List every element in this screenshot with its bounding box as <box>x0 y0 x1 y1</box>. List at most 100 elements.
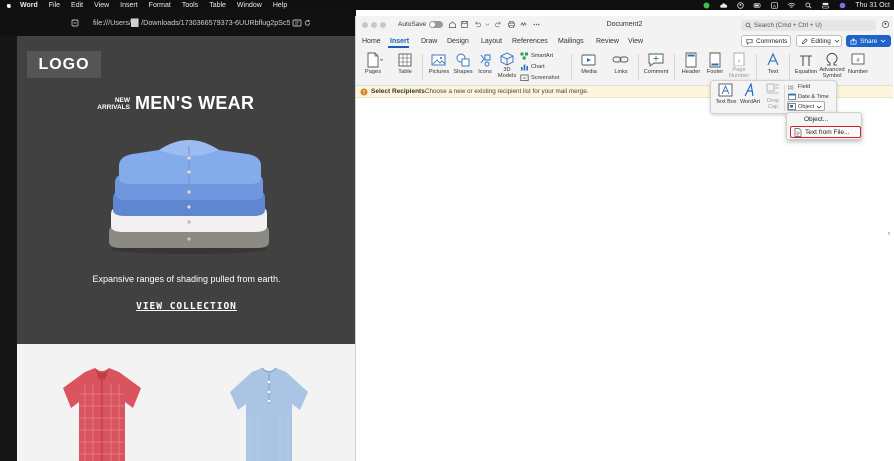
hero-banner: LOGO NEW ARRIVALS MEN'S WEAR Expansive r… <box>17 36 356 344</box>
table-button[interactable]: Table <box>390 52 420 84</box>
tab-view[interactable]: View <box>628 38 643 45</box>
tab-references[interactable]: References <box>512 38 548 45</box>
date-time-button[interactable]: Date & Time <box>788 93 829 100</box>
comment-icon <box>746 38 753 45</box>
field-button[interactable]: [#] Field <box>788 84 810 90</box>
wifi-icon[interactable] <box>787 2 796 9</box>
smartart-icon <box>520 52 528 60</box>
links-button[interactable]: Links <box>606 52 636 84</box>
menu-app-word[interactable]: Word <box>20 2 38 9</box>
chevron-down-icon <box>881 39 886 43</box>
object-label: Object <box>798 103 815 110</box>
tab-home[interactable]: Home <box>362 38 381 45</box>
search-box[interactable]: Search (Cmd + Ctrl + U) <box>741 20 876 31</box>
menu-edit[interactable]: Edit <box>71 2 83 9</box>
browser-left-strip <box>0 36 17 461</box>
ribbon-separator <box>789 54 790 80</box>
comments-button[interactable]: Comments <box>741 35 791 47</box>
svg-text:#: # <box>738 59 741 65</box>
browser-window: file:///Users/█▌/Downloads/1730366579373… <box>0 10 356 461</box>
red-checked-shirt-image[interactable] <box>55 364 149 461</box>
share-button[interactable]: Share <box>846 35 891 47</box>
account-icon[interactable] <box>881 20 890 29</box>
menu-file[interactable]: File <box>49 2 60 9</box>
chevron-down-icon <box>834 39 840 43</box>
table-icon <box>398 53 412 67</box>
screenshot-button[interactable]: Screenshot <box>520 74 559 82</box>
reload-icon[interactable] <box>303 18 312 28</box>
new-arrivals-text: NEW ARRIVALS <box>97 97 130 111</box>
hero-headline: MEN'S WEAR <box>135 93 255 113</box>
spotlight-search-icon[interactable] <box>804 2 813 9</box>
pictures-icon <box>431 54 446 66</box>
search-placeholder: Search (Cmd + Ctrl + U) <box>754 22 822 29</box>
menu-item-object[interactable]: Object... <box>793 116 828 123</box>
3d-models-button[interactable]: 3D Models <box>492 52 522 84</box>
editing-mode-button[interactable]: Editing <box>796 35 842 47</box>
message-text: Choose a new or existing recipient list … <box>425 88 589 95</box>
tab-draw[interactable]: Draw <box>421 38 437 45</box>
object-submenu: Object... Text from File... <box>786 112 862 140</box>
calendar-icon <box>788 93 796 100</box>
menu-help[interactable]: Help <box>273 2 287 9</box>
tab-layout[interactable]: Layout <box>481 38 502 45</box>
smartart-button[interactable]: SmartArt <box>520 52 553 60</box>
document-canvas[interactable] <box>356 98 893 461</box>
ribbon-separator <box>571 54 572 80</box>
tab-mailings[interactable]: Mailings <box>558 38 584 45</box>
chart-label: Chart <box>531 64 545 70</box>
user-circle-icon[interactable] <box>736 1 745 9</box>
control-center-icon[interactable] <box>821 2 830 9</box>
media-label: Media <box>581 69 597 75</box>
scrollbar-caret-icon[interactable]: ‹ <box>888 231 892 237</box>
siri-icon[interactable] <box>838 2 847 9</box>
chart-icon <box>521 64 528 71</box>
object-item[interactable]: Object <box>788 103 822 110</box>
page-number-icon: # <box>733 52 745 66</box>
svg-text:[#]: [#] <box>788 86 794 91</box>
chart-button[interactable]: Chart <box>520 63 545 71</box>
field-icon: [#] <box>788 86 794 91</box>
status-app-icon[interactable] <box>702 2 711 9</box>
tab-review[interactable]: Review <box>596 38 619 45</box>
battery-icon[interactable] <box>753 2 762 9</box>
drop-cap-button[interactable]: Drop Cap <box>762 83 784 110</box>
menu-window[interactable]: Window <box>237 2 262 9</box>
menubar-clock[interactable]: Thu 31 Oct <box>855 2 890 9</box>
text-icon <box>767 52 779 66</box>
ribbon-separator <box>638 54 639 80</box>
view-collection-link[interactable]: VIEW COLLECTION <box>17 301 356 312</box>
pages-button[interactable]: Pages <box>358 52 388 84</box>
media-button[interactable]: Media <box>574 52 604 84</box>
wordart-button[interactable]: WordArt <box>738 82 762 105</box>
site-info-icon[interactable] <box>70 18 80 28</box>
site-logo[interactable]: LOGO <box>27 51 101 78</box>
comments-label: Comments <box>756 37 788 45</box>
media-icon <box>581 54 596 66</box>
apple-icon[interactable] <box>4 2 14 9</box>
menu-view[interactable]: View <box>94 2 109 9</box>
number-label: Number <box>847 69 869 75</box>
comment-button[interactable]: Comment <box>641 52 671 84</box>
text-box-icon <box>718 83 733 97</box>
menu-table[interactable]: Table <box>209 2 226 9</box>
address-url-text[interactable]: file:///Users/█▌/Downloads/1730366579373… <box>93 18 290 27</box>
cloud-icon[interactable] <box>719 2 728 9</box>
pages-icon <box>367 52 383 68</box>
keyboard-input-icon[interactable]: A <box>770 1 779 9</box>
new-arrivals-label: NEW ARRIVALS <box>94 97 130 111</box>
omega-icon <box>826 52 838 66</box>
menu-item-text-from-file[interactable]: Text from File... <box>790 126 861 138</box>
menu-item-text-from-file-label: Text from File... <box>805 128 850 136</box>
menu-tools[interactable]: Tools <box>182 2 198 9</box>
tab-insert[interactable]: Insert <box>390 38 409 45</box>
hero-tagline: Expansive ranges of shading pulled from … <box>92 274 281 284</box>
tab-design[interactable]: Design <box>447 38 469 45</box>
reader-mode-icon[interactable] <box>292 18 302 28</box>
menu-insert[interactable]: Insert <box>120 2 138 9</box>
number-button[interactable]: # Number <box>843 52 873 84</box>
menu-format[interactable]: Format <box>149 2 171 9</box>
light-blue-shirt-image[interactable] <box>222 364 316 461</box>
date-time-label: Date & Time <box>798 93 829 100</box>
text-box-button[interactable]: Text Box <box>713 83 739 105</box>
